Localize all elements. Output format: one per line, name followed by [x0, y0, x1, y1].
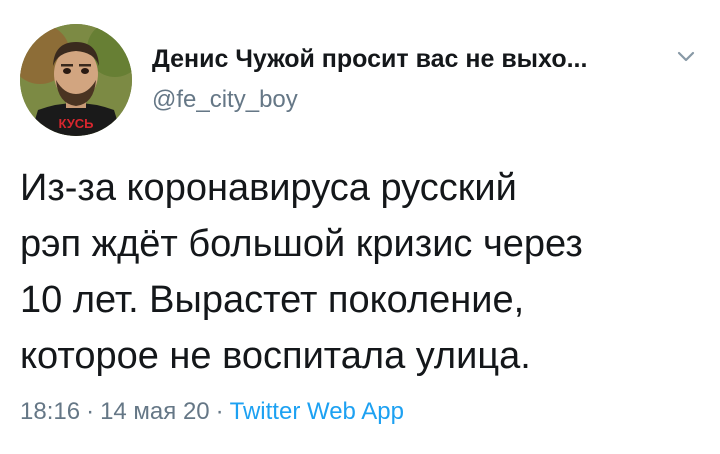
tweet-date[interactable]: 14 мая 20 [100, 398, 210, 425]
chevron-down-icon[interactable] [674, 44, 698, 68]
tweet-time[interactable]: 18:16 [20, 398, 80, 425]
tweet-source-link[interactable]: Twitter Web App [230, 398, 404, 425]
avatar-shirt-label: КУСЬ [58, 116, 93, 131]
meta-separator: · [86, 398, 95, 425]
chevron-down-glyph [677, 51, 695, 62]
meta-separator: · [215, 398, 224, 425]
author-handle[interactable]: @fe_city_boy [152, 86, 298, 114]
tweet-text: Из-за коронавируса русский рэп ждёт боль… [20, 167, 583, 377]
avatar-shirt-text: КУСЬ [58, 116, 93, 131]
tweet-card: КУСЬ Денис Чужой просит вас не выхо... @… [0, 0, 720, 454]
avatar[interactable]: КУСЬ [20, 24, 132, 136]
tweet-meta: 18:16 · 14 мая 20 · Twitter Web App [20, 398, 404, 426]
author-display-name[interactable]: Денис Чужой просит вас не выхо... [152, 44, 652, 74]
